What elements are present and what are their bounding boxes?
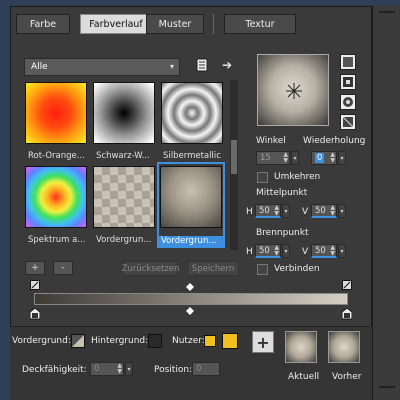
- save-button[interactable]: Speichern: [187, 261, 239, 276]
- panel-notch: [379, 11, 395, 13]
- center-h-label: H: [246, 207, 253, 217]
- linear-style-icon[interactable]: [340, 54, 356, 70]
- current-label: Aktuell: [288, 372, 320, 382]
- repetition-value: 0: [315, 153, 325, 163]
- reset-button[interactable]: Zurücksetzen: [122, 261, 179, 276]
- center-h-value: 50: [259, 205, 270, 216]
- chevron-down-icon: ▾: [169, 62, 174, 71]
- gradient-thumbnail-black-white[interactable]: [93, 82, 155, 144]
- panel-notch: [379, 386, 395, 388]
- gradient-thumbnail-silver-metallic[interactable]: [161, 82, 223, 144]
- user-color-large-swatch[interactable]: [222, 333, 238, 349]
- gradient-thumbnail-checker[interactable]: [93, 166, 155, 228]
- previous-label: Vorher: [332, 372, 362, 382]
- focus-h-value: 50: [259, 245, 270, 256]
- position-value: 0: [196, 364, 202, 374]
- chevron-down-icon[interactable]: ▾: [338, 244, 346, 258]
- background-label: Hintergrund:: [91, 336, 149, 346]
- center-v-stepper[interactable]: 50 ▲ ▼: [311, 204, 337, 218]
- current-color-preview: [285, 331, 317, 363]
- chevron-down-icon[interactable]: ▾: [338, 204, 346, 218]
- gradient-thumbnail-spectrum[interactable]: [25, 166, 87, 228]
- stepper-arrows-icon: ▲ ▼: [283, 151, 288, 164]
- stepper-arrows-icon: ▲ ▼: [117, 362, 122, 375]
- radial-style-icon[interactable]: [340, 94, 356, 110]
- midpoint-diamond-top[interactable]: [186, 283, 194, 291]
- rectangular-style-icon[interactable]: [340, 74, 356, 90]
- category-dropdown-value: Alle: [31, 62, 48, 72]
- chevron-down-icon[interactable]: ▾: [125, 362, 133, 376]
- gradient-thumbnail-foreground[interactable]: [160, 166, 222, 228]
- midpoint-diamond-bottom[interactable]: [186, 307, 194, 315]
- stepper-arrows-icon: ▲ ▼: [274, 204, 279, 217]
- gradient-file-icon[interactable]: [196, 58, 208, 72]
- opacity-label: Deckfähigkeit:: [22, 365, 87, 375]
- user-label: Nutzer:: [172, 336, 205, 346]
- position-label: Position:: [154, 365, 193, 375]
- opacity-value: 0: [94, 364, 100, 374]
- opacity-stepper[interactable]: 0 ▲ ▼: [90, 362, 124, 376]
- center-h-stepper[interactable]: 50 ▲ ▼: [255, 204, 281, 218]
- link-label: Verbinden: [274, 264, 320, 274]
- arrow-right-icon[interactable]: ➔: [222, 58, 236, 72]
- thumbnail-label: Spektrum a...: [28, 235, 86, 245]
- gradient-thumbnail-red-orange[interactable]: [25, 82, 87, 144]
- chevron-down-icon[interactable]: ▾: [338, 151, 346, 165]
- stepper-arrows-icon: ▲ ▼: [330, 244, 335, 257]
- stepper-arrows-icon: ▲ ▼: [330, 204, 335, 217]
- foreground-label: Vordergrund:: [12, 336, 71, 346]
- angle-stepper[interactable]: 15 ▲ ▼: [256, 151, 290, 165]
- tab-separator: [213, 14, 214, 34]
- chevron-down-icon[interactable]: ▾: [282, 204, 290, 218]
- sunburst-style-icon[interactable]: [340, 114, 356, 130]
- gradient-editor-bar[interactable]: [34, 293, 348, 305]
- chevron-down-icon[interactable]: ▾: [291, 151, 299, 165]
- add-to-swatches-button[interactable]: +: [252, 331, 274, 353]
- color-stop-marker-top-right[interactable]: [342, 280, 352, 290]
- previous-color-preview[interactable]: [328, 331, 360, 363]
- thumbnail-label: Vordergrun...: [96, 235, 152, 245]
- thumbnail-label-selected: Vordergrun...: [159, 236, 223, 247]
- angle-value: 15: [260, 153, 271, 163]
- link-checkbox[interactable]: [257, 264, 268, 275]
- background-swatch[interactable]: [148, 334, 162, 348]
- focus-v-value: 50: [315, 245, 326, 256]
- focus-h-stepper[interactable]: 50 ▲ ▼: [255, 244, 281, 258]
- user-swatch[interactable]: [204, 335, 216, 347]
- scrollbar-thumb[interactable]: [231, 140, 237, 174]
- chevron-down-icon[interactable]: ▾: [282, 244, 290, 258]
- center-v-label: V: [302, 207, 309, 217]
- position-input[interactable]: 0: [192, 362, 220, 376]
- stepper-arrows-icon: ▲ ▼: [330, 151, 335, 164]
- tab-farbverlauf[interactable]: Farbverlauf: [80, 14, 152, 34]
- invert-checkbox[interactable]: [257, 172, 268, 183]
- tab-muster[interactable]: Muster: [146, 14, 204, 34]
- foreground-swatch[interactable]: [71, 334, 85, 348]
- stepper-arrows-icon: ▲ ▼: [274, 244, 279, 257]
- opacity-stop-marker-left[interactable]: [29, 307, 41, 320]
- focus-h-label: H: [246, 247, 253, 257]
- right-side-panel: [372, 6, 400, 400]
- focus-v-stepper[interactable]: 50 ▲ ▼: [311, 244, 337, 258]
- angle-label: Winkel: [256, 136, 286, 146]
- gradient-preview[interactable]: [257, 54, 329, 126]
- focus-v-label: V: [302, 247, 309, 257]
- thumbnail-label: Rot-Orange...: [28, 151, 85, 161]
- focus-label: Brennpunkt: [256, 228, 309, 238]
- repetition-label: Wiederholung: [303, 136, 366, 146]
- opacity-stop-marker-right[interactable]: [341, 307, 353, 320]
- repetition-stepper[interactable]: 0 ▲ ▼: [311, 151, 337, 165]
- tab-farbe[interactable]: Farbe: [16, 14, 70, 34]
- remove-gradient-button[interactable]: -: [53, 261, 73, 275]
- tab-textur[interactable]: Textur: [224, 14, 296, 34]
- color-stop-marker-top-left[interactable]: [30, 280, 40, 290]
- center-v-value: 50: [315, 205, 326, 216]
- category-dropdown[interactable]: Alle ▾: [24, 58, 180, 76]
- add-gradient-button[interactable]: +: [25, 261, 45, 275]
- center-label: Mittelpunkt: [256, 188, 308, 198]
- thumbnail-label: Schwarz-W...: [96, 151, 150, 161]
- invert-label: Umkehren: [274, 172, 321, 182]
